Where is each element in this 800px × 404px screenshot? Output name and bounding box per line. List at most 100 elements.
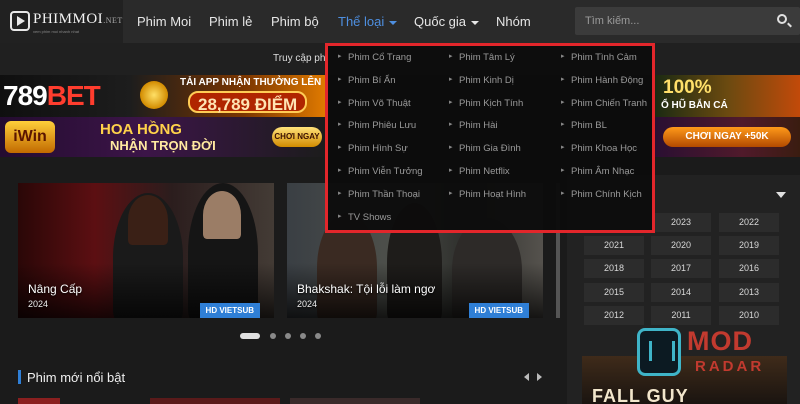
ad-banner-789bet[interactable]: 789BET TẢI APP NHẬN THƯỞNG LÊN 28,789 ĐI…: [0, 75, 325, 117]
year-link[interactable]: 2021: [584, 236, 644, 255]
chevron-down-icon: [389, 20, 398, 25]
slider-dot[interactable]: [240, 333, 260, 339]
nav-nhom[interactable]: Nhóm: [496, 14, 531, 29]
ad-789bet-line2: 28,789 ĐIỂM: [188, 91, 308, 114]
slider-dot[interactable]: [270, 333, 276, 339]
logo-name: PHIMMOI: [33, 11, 104, 27]
genre-item[interactable]: Phim Hoạt Hình: [449, 189, 526, 200]
genre-item[interactable]: Phim Bí Ẩn: [338, 75, 395, 86]
genre-item[interactable]: Phim Khoa Học: [561, 143, 637, 154]
slide-figure: [128, 195, 168, 245]
genre-item[interactable]: Phim Võ Thuật: [338, 98, 411, 109]
nav-the-loai-label: Thể loại: [338, 14, 385, 29]
genre-item[interactable]: Phim Chiến Tranh: [561, 98, 647, 109]
slider-dot[interactable]: [300, 333, 306, 339]
year-link[interactable]: 2014: [651, 283, 711, 302]
genre-item[interactable]: Phim Kinh Dị: [449, 75, 514, 86]
watermark-line1: MOD: [687, 326, 753, 356]
year-link[interactable]: 2012: [584, 306, 644, 325]
modradar-watermark: MOD RADAR: [637, 326, 797, 382]
ad-banner-ban-ca[interactable]: 100% Ổ HŨ BẮN CÁ: [655, 75, 800, 117]
poster-title: FALL GUY: [592, 386, 689, 404]
slide-title[interactable]: Nâng Cấp: [28, 282, 82, 296]
modradar-logo-icon: [637, 328, 681, 376]
slider-dot[interactable]: [315, 333, 321, 339]
year-link[interactable]: 2010: [719, 306, 779, 325]
nav-quoc-gia-label: Quốc gia: [414, 14, 467, 29]
logo-suffix: .NET: [103, 16, 123, 25]
year-link[interactable]: 2013: [719, 283, 779, 302]
genre-item[interactable]: Phim BL: [561, 120, 607, 131]
year-link[interactable]: 2011: [651, 306, 711, 325]
ad-iwin-logo: iWin: [5, 121, 55, 153]
chevron-down-icon: [471, 20, 480, 25]
genre-item[interactable]: Phim Hành Động: [561, 75, 643, 86]
play-logo-icon: [10, 11, 30, 31]
ad-789bet-brand-left: 789: [3, 80, 48, 111]
genre-item[interactable]: Phim Chính Kịch: [561, 189, 642, 200]
genre-item[interactable]: Phim Hình Sự: [338, 143, 408, 154]
movie-thumb-strip[interactable]: [18, 398, 60, 404]
slide-figure: [203, 191, 241, 239]
site-logo[interactable]: PHIMMOI.NET xem phim moi nhanh nhat: [0, 0, 123, 43]
year-link[interactable]: 2020: [651, 236, 711, 255]
ad-iwin-line2: NHẬN TRỌN ĐỜI: [110, 138, 216, 153]
movie-thumb-strip[interactable]: [150, 398, 280, 404]
year-link[interactable]: 2017: [651, 259, 711, 278]
genre-item[interactable]: TV Shows: [338, 212, 391, 223]
genre-item[interactable]: Phim Âm Nhạc: [561, 166, 634, 177]
movie-thumb-strip[interactable]: [290, 398, 420, 404]
genre-item[interactable]: Phim Netflix: [449, 166, 510, 177]
year-link[interactable]: 2022: [719, 213, 779, 232]
search-input[interactable]: [575, 7, 770, 35]
genre-item[interactable]: Phim Kịch Tính: [449, 98, 523, 109]
logo-wordmark: PHIMMOI.NET: [33, 11, 123, 28]
ad-iwin-play-button[interactable]: CHƠI NGAY: [272, 127, 322, 147]
search-box: [575, 7, 800, 35]
quality-badge: HD VIETSUB: [468, 303, 529, 318]
genre-item[interactable]: Phim Gia Đình: [449, 143, 521, 154]
page: PHIMMOI.NET xem phim moi nhanh nhat Phim…: [0, 0, 800, 404]
ad-789bet-line1: TẢI APP NHẬN THƯỞNG LÊN: [180, 77, 322, 88]
genre-item[interactable]: Phim Thần Thoại: [338, 189, 420, 200]
nav-phim-bo[interactable]: Phim bộ: [271, 14, 319, 29]
section-accent-bar: [18, 370, 21, 384]
genre-item[interactable]: Phim Tâm Lý: [449, 52, 515, 63]
genre-item[interactable]: Phim Viễn Tưởng: [338, 166, 423, 177]
ad-iwin-line1: HOA HỒNG: [100, 121, 182, 138]
ad-789bet-brand: 789BET: [3, 80, 101, 112]
nav-the-loai[interactable]: Thể loại: [338, 14, 398, 29]
ad-789bet-brand-right: BET: [46, 80, 101, 111]
ad-banner-50k[interactable]: CHƠI NGAY +50K: [655, 117, 800, 157]
ad-ban-ca-text: Ổ HŨ BẮN CÁ: [661, 100, 728, 111]
slide-card[interactable]: Nâng Cấp 2024 HD VIETSUB: [18, 183, 274, 318]
slide-year: 2024: [28, 299, 49, 309]
section-title: Phim mới nổi bật: [27, 370, 126, 385]
ad-banner-iwin[interactable]: iWin HOA HỒNG NHẬN TRỌN ĐỜI CHƠI NGAY: [0, 117, 325, 157]
slide-year: 2024: [297, 299, 318, 309]
genre-item[interactable]: Phim Hài: [449, 120, 497, 131]
genre-dropdown-menu: Phim Cổ Trang Phim Bí Ẩn Phim Võ Thuật P…: [325, 43, 655, 233]
ad-ban-ca-percent: 100%: [663, 77, 712, 98]
nav-phim-le[interactable]: Phim lẻ: [209, 14, 252, 29]
top-header: PHIMMOI.NET xem phim moi nhanh nhat Phim…: [0, 0, 800, 43]
genre-item[interactable]: Phim Cổ Trang: [338, 52, 411, 63]
arrow-left-icon[interactable]: [524, 373, 529, 381]
year-link[interactable]: 2016: [719, 259, 779, 278]
coin-icon: [140, 81, 168, 109]
year-link[interactable]: 2018: [584, 259, 644, 278]
genre-item[interactable]: Phim Tình Cảm: [561, 52, 637, 63]
search-icon[interactable]: [777, 14, 787, 24]
ad-50k-play-button[interactable]: CHƠI NGAY +50K: [663, 127, 791, 147]
slider-dot[interactable]: [285, 333, 291, 339]
genre-item[interactable]: Phim Phiêu Lưu: [338, 120, 416, 131]
year-link[interactable]: 2015: [584, 283, 644, 302]
slide-title[interactable]: Bhakshak: Tội lỗi làm ngơ: [297, 282, 435, 296]
nav-quoc-gia[interactable]: Quốc gia: [414, 14, 480, 29]
year-link[interactable]: 2019: [719, 236, 779, 255]
nav-phim-moi[interactable]: Phim Moi: [137, 14, 191, 29]
chevron-down-icon[interactable]: [776, 192, 786, 198]
arrow-right-icon[interactable]: [537, 373, 542, 381]
notice-text: Truy cập phi: [273, 53, 328, 64]
year-link[interactable]: 2023: [651, 213, 711, 232]
